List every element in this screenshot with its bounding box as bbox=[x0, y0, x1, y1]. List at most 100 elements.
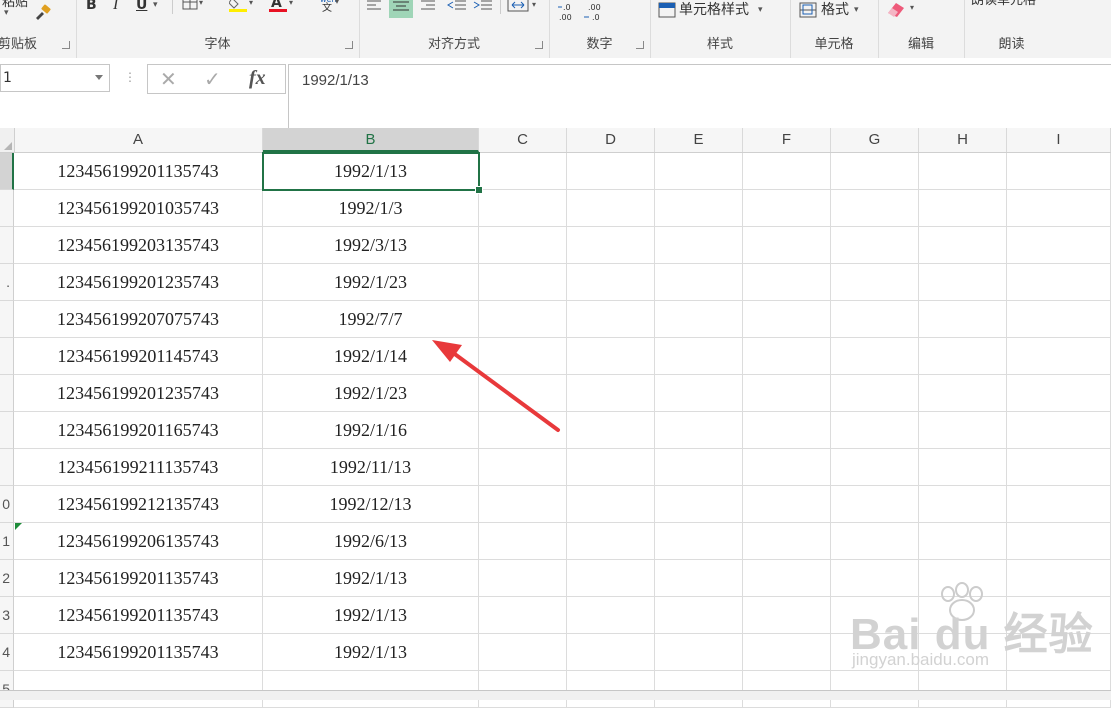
column-header-i[interactable]: I bbox=[1007, 128, 1111, 152]
insert-function-icon[interactable]: fx bbox=[249, 67, 266, 90]
cell-d[interactable] bbox=[567, 338, 655, 375]
cell-b[interactable]: 1992/6/13 bbox=[263, 523, 479, 560]
cell-e[interactable] bbox=[655, 190, 743, 227]
cell-b[interactable]: 1992/1/23 bbox=[263, 264, 479, 301]
cell-b[interactable]: 1992/1/13 bbox=[263, 560, 479, 597]
paste-dropdown-icon[interactable]: ▾ bbox=[4, 6, 9, 20]
phonetic-icon[interactable]: wén文▾ bbox=[319, 0, 343, 16]
underline-dropdown-icon[interactable]: ▾ bbox=[153, 0, 158, 12]
cell-i[interactable] bbox=[1007, 449, 1111, 486]
cell-h[interactable] bbox=[919, 301, 1007, 338]
cell-a[interactable]: 123456199211135743 bbox=[14, 449, 263, 486]
cell-d[interactable] bbox=[567, 375, 655, 412]
cell-e[interactable] bbox=[655, 634, 743, 671]
formula-input[interactable]: 1992/1/13 bbox=[288, 64, 1111, 130]
select-all-corner[interactable] bbox=[0, 128, 15, 152]
cell-f[interactable] bbox=[743, 375, 831, 412]
cell-e[interactable] bbox=[655, 597, 743, 634]
cell-b[interactable]: 1992/1/14 bbox=[263, 338, 479, 375]
cell-f[interactable] bbox=[743, 634, 831, 671]
column-header-g[interactable]: G bbox=[831, 128, 919, 152]
column-header-d[interactable]: D bbox=[567, 128, 655, 152]
cell-d[interactable] bbox=[567, 412, 655, 449]
row-header[interactable]: 3 bbox=[0, 597, 14, 634]
name-box[interactable]: 1 bbox=[0, 64, 110, 92]
cell-d[interactable] bbox=[567, 486, 655, 523]
cell-h[interactable] bbox=[919, 412, 1007, 449]
cell-i[interactable] bbox=[1007, 412, 1111, 449]
cell-styles-dropdown-icon[interactable]: ▾ bbox=[758, 3, 763, 17]
cell-a[interactable]: 123456199206135743 bbox=[14, 523, 263, 560]
row-header[interactable] bbox=[0, 338, 14, 375]
eraser-icon[interactable]: ▾ bbox=[886, 0, 920, 21]
fill-handle[interactable] bbox=[475, 186, 483, 194]
cell-c[interactable] bbox=[479, 338, 567, 375]
cell-a[interactable]: 123456199201135743 bbox=[14, 634, 263, 671]
cell-b[interactable]: 1992/1/13 bbox=[263, 634, 479, 671]
cell-a[interactable]: 123456199201235743 bbox=[14, 375, 263, 412]
read-cells-button[interactable]: 朗读单元格 bbox=[971, 0, 1036, 8]
cell-h[interactable] bbox=[919, 338, 1007, 375]
cell-f[interactable] bbox=[743, 597, 831, 634]
merge-center-icon[interactable]: ▾ bbox=[507, 0, 541, 15]
cell-e[interactable] bbox=[655, 486, 743, 523]
font-color-icon[interactable]: A ▾ bbox=[269, 0, 297, 15]
cell-g[interactable] bbox=[831, 338, 919, 375]
cell-a[interactable]: 123456199203135743 bbox=[14, 227, 263, 264]
format-dropdown-icon[interactable]: ▾ bbox=[854, 3, 859, 17]
column-header-h[interactable]: H bbox=[919, 128, 1007, 152]
row-header[interactable] bbox=[0, 301, 14, 338]
cell-f[interactable] bbox=[743, 153, 831, 190]
cell-h[interactable] bbox=[919, 227, 1007, 264]
cell-g[interactable] bbox=[831, 523, 919, 560]
cell-c[interactable] bbox=[479, 375, 567, 412]
cell-c[interactable] bbox=[479, 190, 567, 227]
cell-h[interactable] bbox=[919, 190, 1007, 227]
cell-c[interactable] bbox=[479, 449, 567, 486]
dialog-launcher-icon[interactable] bbox=[636, 41, 644, 49]
cell-styles-icon[interactable] bbox=[658, 2, 676, 21]
cell-e[interactable] bbox=[655, 449, 743, 486]
cell-h[interactable] bbox=[919, 449, 1007, 486]
decrease-decimal-icon[interactable]: .00.0 bbox=[582, 2, 604, 27]
cell-h[interactable] bbox=[919, 264, 1007, 301]
cell-b[interactable]: 1992/12/13 bbox=[263, 486, 479, 523]
cell-a[interactable]: 123456199201135743 bbox=[14, 560, 263, 597]
cell-b[interactable]: 1992/1/3 bbox=[263, 190, 479, 227]
cell-a[interactable]: 123456199207075743 bbox=[14, 301, 263, 338]
cell-i[interactable] bbox=[1007, 486, 1111, 523]
column-header-c[interactable]: C bbox=[479, 128, 567, 152]
cell-c[interactable] bbox=[479, 412, 567, 449]
fill-color-icon[interactable]: ▾ bbox=[228, 0, 257, 15]
column-header-f[interactable]: F bbox=[743, 128, 831, 152]
cell-b[interactable]: 1992/1/16 bbox=[263, 412, 479, 449]
cell-f[interactable] bbox=[743, 449, 831, 486]
cell-c[interactable] bbox=[479, 264, 567, 301]
cell-g[interactable] bbox=[831, 412, 919, 449]
align-center-icon[interactable] bbox=[389, 0, 413, 18]
row-header[interactable] bbox=[0, 449, 14, 486]
cell-g[interactable] bbox=[831, 190, 919, 227]
cell-g[interactable] bbox=[831, 153, 919, 190]
cell-e[interactable] bbox=[655, 153, 743, 190]
row-header[interactable]: 0 bbox=[0, 486, 14, 523]
cell-b[interactable]: 1992/3/13 bbox=[263, 227, 479, 264]
cell-i[interactable] bbox=[1007, 153, 1111, 190]
cell-i[interactable] bbox=[1007, 264, 1111, 301]
align-right-icon[interactable] bbox=[419, 0, 437, 15]
row-header[interactable]: 1 bbox=[0, 523, 14, 560]
column-header-a[interactable]: A bbox=[14, 128, 263, 152]
row-header[interactable] bbox=[0, 227, 14, 264]
row-header[interactable] bbox=[0, 190, 14, 227]
cell-e[interactable] bbox=[655, 375, 743, 412]
cell-a[interactable]: 123456199212135743 bbox=[14, 486, 263, 523]
cell-a[interactable]: 123456199201135743 bbox=[14, 597, 263, 634]
cell-a[interactable]: 123456199201145743 bbox=[14, 338, 263, 375]
cell-c[interactable] bbox=[479, 301, 567, 338]
cell-e[interactable] bbox=[655, 338, 743, 375]
format-button[interactable]: 格式 bbox=[821, 3, 849, 17]
dialog-launcher-icon[interactable] bbox=[62, 41, 70, 49]
cell-e[interactable] bbox=[655, 301, 743, 338]
cell-d[interactable] bbox=[567, 634, 655, 671]
row-header[interactable]: 2 bbox=[0, 560, 14, 597]
